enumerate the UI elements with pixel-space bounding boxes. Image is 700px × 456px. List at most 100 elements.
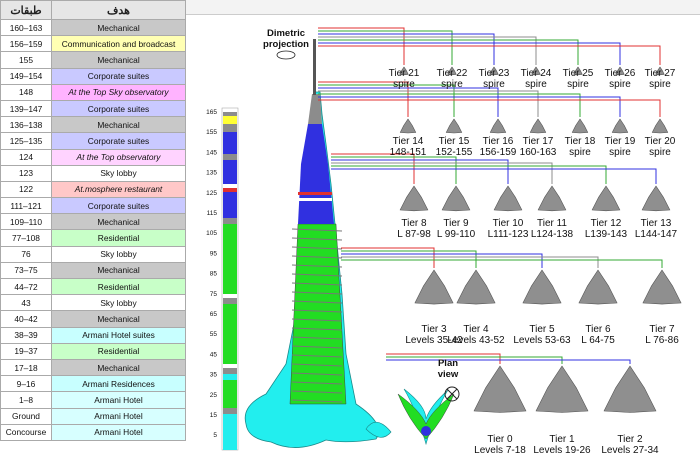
floors-cell: Concourse — [0, 423, 52, 441]
tier-levels: spire — [393, 79, 415, 90]
tier-name: Tier 27 — [645, 68, 676, 79]
table-row: 73–75 Mechanical — [0, 261, 186, 280]
purpose-cell: Armani Hotel — [51, 391, 186, 409]
tier-levels: spire — [609, 147, 631, 158]
tier-row2-6: Tier 20spire — [645, 118, 676, 158]
floors-cell: 111–121 — [0, 197, 52, 215]
table-row: 148 At the Top Sky observatory — [0, 83, 186, 101]
dimetric-projection-label: Dimetric projection — [263, 28, 309, 60]
plan-label-line2: view — [438, 369, 459, 380]
table-row: 124 At the Top observatory — [0, 148, 186, 166]
scale-tick-label: 25 — [210, 392, 218, 399]
tier-name: Tier 21 — [389, 68, 420, 79]
scale-tick-label: 165 — [206, 109, 217, 116]
purpose-cell: Mechanical — [51, 261, 186, 280]
floors-cell: 155 — [0, 51, 52, 69]
purpose-cell: Armani Hotel suites — [51, 326, 186, 344]
floors-cell: 43 — [0, 294, 52, 312]
tier-spires-4: Tier 25spire — [563, 66, 594, 90]
table-row: 149–154 Corporate suites — [0, 67, 186, 85]
tier-row3-5: Tier 13L144-147 — [635, 185, 678, 240]
tier-row2-3: Tier 17160-163 — [520, 118, 557, 158]
tier-levels: 160-163 — [520, 147, 557, 158]
floors-cell: 149–154 — [0, 67, 52, 85]
tier-name: Tier 20 — [645, 136, 676, 147]
tier-row3-1: Tier 9L 99-110 — [437, 185, 476, 240]
tier-row2-5: Tier 19spire — [605, 118, 636, 158]
tier-name: Tier 4 — [463, 324, 489, 335]
tier-levels: spire — [569, 147, 591, 158]
purpose-cell: Residential — [51, 342, 186, 360]
table-row: 40–42 Mechanical — [0, 310, 186, 328]
table-row: 156–159 Communication and broadcast — [0, 35, 186, 53]
scale-tick-label: 125 — [206, 190, 217, 197]
tier-row5-2: Tier 2Levels 27-34 — [601, 365, 659, 456]
floors-cell: 122 — [0, 180, 52, 199]
header-floors: طبقات — [0, 0, 52, 20]
tier-levels: L 99-110 — [437, 229, 476, 240]
scale-tick-label: 105 — [206, 230, 217, 237]
tier-levels: L111-123 — [488, 229, 529, 240]
purpose-cell: Mechanical — [51, 51, 186, 69]
scale-tick-label: 75 — [210, 291, 218, 298]
table-row: 77–108 Residential — [0, 229, 186, 247]
floors-cell: 123 — [0, 164, 52, 182]
tier-name: Tier 6 — [585, 324, 611, 335]
tier-spires-5: Tier 26spire — [605, 66, 636, 90]
tier-name: Tier 0 — [487, 434, 513, 445]
tier-levels: spire — [483, 79, 505, 90]
purpose-cell: At the Top Sky observatory — [51, 83, 186, 101]
header-purpose: هدف — [51, 0, 186, 20]
floors-cell: 17–18 — [0, 358, 52, 377]
floors-cell: 160–163 — [0, 18, 52, 37]
tier-name: Tier 14 — [393, 136, 424, 147]
scale-tick-label: 15 — [210, 412, 218, 419]
table-row: 19–37 Residential — [0, 342, 186, 360]
table-row: 111–121 Corporate suites — [0, 197, 186, 215]
tier-row2-1: Tier 15152-155 — [436, 118, 473, 158]
tier-name: Tier 22 — [437, 68, 468, 79]
scale-tick-label: 155 — [206, 129, 217, 136]
tier-name: Tier 7 — [649, 324, 675, 335]
scale-tick-label: 55 — [210, 331, 218, 338]
tier-name: Tier 11 — [537, 218, 567, 229]
tier-levels: spire — [525, 79, 547, 90]
purpose-cell: Sky lobby — [51, 245, 186, 263]
tier-row4-1: Tier 4Levels 43-52 — [447, 269, 505, 346]
purpose-cell: Residential — [51, 277, 186, 296]
tier-row3-0: Tier 8L 87-98 — [397, 185, 431, 240]
tier-levels: spire — [567, 79, 589, 90]
scale-tick-label: 135 — [206, 170, 217, 177]
table-row: 9–16 Armani Residences — [0, 375, 186, 393]
tier-row3-4: Tier 12L139-143 — [585, 185, 628, 240]
table-row: 125–135 Corporate suites — [0, 132, 186, 150]
tier-row4-4: Tier 7L 76-86 — [642, 269, 682, 346]
floors-cell: 73–75 — [0, 261, 52, 280]
tier-levels: 152-155 — [436, 147, 473, 158]
tier-levels: 156-159 — [480, 147, 517, 158]
tier-levels: Levels 19-26 — [533, 445, 591, 456]
floor-scale-bar: 1651551451351251151059585756555453525155 — [206, 107, 239, 451]
table-row: 109–110 Mechanical — [0, 213, 186, 231]
purpose-cell: Sky lobby — [51, 164, 186, 182]
purpose-cell: Mechanical — [51, 358, 186, 377]
tier-row2-4: Tier 18spire — [565, 118, 596, 158]
table-header-row: طبقات هدف — [0, 0, 186, 20]
purpose-cell: Armani Residences — [51, 375, 186, 393]
tier-levels: L 76-86 — [645, 335, 679, 346]
scale-tick-label: 145 — [206, 149, 217, 156]
tier-spires-2: Tier 23spire — [479, 66, 510, 90]
tier-levels: L144-147 — [635, 229, 678, 240]
table-row: 139–147 Corporate suites — [0, 99, 186, 118]
purpose-cell: At the Top observatory — [51, 148, 186, 166]
table-row: 38–39 Armani Hotel suites — [0, 326, 186, 344]
tier-name: Tier 1 — [549, 434, 575, 445]
scale-tick-label: 45 — [210, 351, 218, 358]
table-row: 136–138 Mechanical — [0, 116, 186, 134]
table-row: 44–72 Residential — [0, 277, 186, 296]
tier-name: Tier 23 — [479, 68, 510, 79]
purpose-cell: Corporate suites — [51, 67, 186, 85]
tier-spires-6: Tier 27spire — [645, 66, 676, 90]
table-row: Ground Armani Hotel — [0, 407, 186, 425]
floors-cell: 139–147 — [0, 99, 52, 118]
